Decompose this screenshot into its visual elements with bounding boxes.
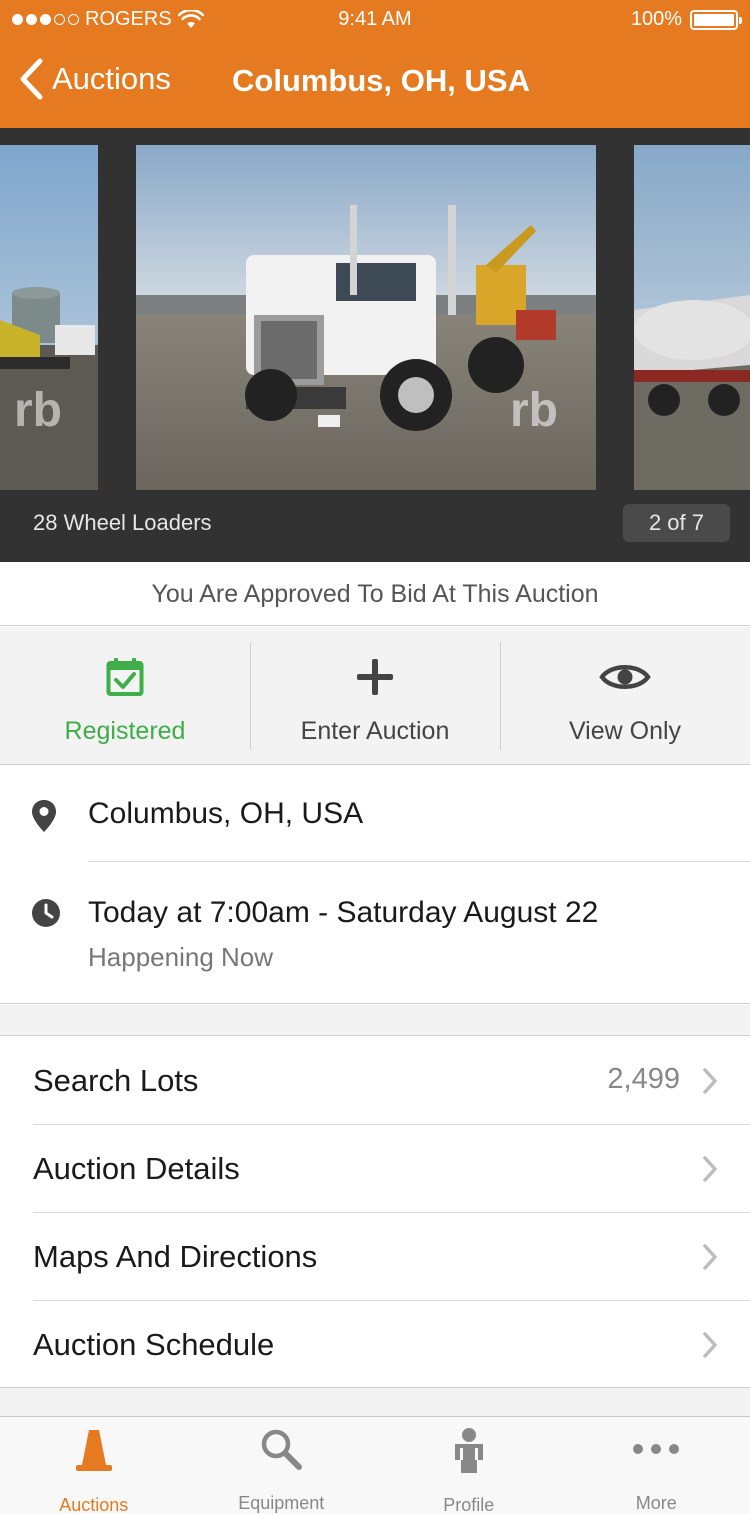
chevron-left-icon (20, 58, 43, 100)
back-label: Auctions (52, 61, 171, 96)
chevron-right-icon (703, 1068, 717, 1094)
watermark-logo: rb (14, 384, 62, 437)
menu-item-label: Maps And Directions (33, 1239, 318, 1274)
plus-icon (357, 659, 393, 695)
tab-bar: Auctions Equipment Profile More (0, 1416, 750, 1514)
chevron-right-icon (703, 1332, 717, 1358)
location-text: Columbus, OH, USA (88, 797, 364, 830)
menu-item-auction-details[interactable]: Auction Details (0, 1125, 750, 1213)
divider (88, 861, 750, 862)
registered-label: Registered (64, 717, 186, 745)
tab-more[interactable]: More (563, 1417, 750, 1514)
menu-item-label: Auction Schedule (33, 1327, 275, 1362)
header: ROGERS 9:41 AM 100% Auctions Columbus, O… (0, 0, 750, 128)
page-title: Columbus, OH, USA (232, 63, 530, 98)
person-icon (454, 1428, 483, 1473)
section-spacer (0, 1005, 750, 1036)
view-only-button[interactable]: View Only (500, 627, 750, 764)
tab-label: Profile (443, 1495, 495, 1514)
menu-item-label: Auction Details (33, 1151, 240, 1186)
view-only-label: View Only (568, 717, 682, 745)
gallery-counter: 2 of 7 (622, 504, 730, 542)
approval-banner: You Are Approved To Bid At This Auction (0, 562, 750, 626)
eye-icon (599, 665, 651, 689)
section-spacer (0, 1388, 750, 1416)
clock-icon (32, 899, 60, 927)
menu-item-maps-and-directions[interactable]: Maps And Directions (0, 1213, 750, 1301)
calendar-check-icon (106, 658, 144, 696)
tab-profile[interactable]: Profile (375, 1417, 563, 1514)
battery-percent: 100% (630, 8, 682, 30)
menu-item-label: Search Lots (33, 1063, 199, 1098)
search-icon (262, 1429, 303, 1470)
tab-label: More (635, 1493, 677, 1513)
menu-item-search-lots[interactable]: Search Lots 2,499 (0, 1037, 750, 1125)
gallery-photo-current[interactable]: rb (136, 145, 596, 490)
tab-label: Equipment (238, 1493, 325, 1513)
chevron-right-icon (703, 1244, 717, 1270)
more-dots-icon (633, 1444, 680, 1454)
gallery-caption: 28 Wheel Loaders (33, 510, 212, 535)
registered-button[interactable]: Registered (0, 627, 250, 764)
status-bar: ROGERS 9:41 AM 100% (0, 0, 750, 40)
location-pin-icon (32, 800, 56, 832)
location-row[interactable]: Columbus, OH, USA (0, 766, 750, 862)
enter-auction-button[interactable]: Enter Auction (250, 627, 500, 764)
menu-item-auction-schedule[interactable]: Auction Schedule (0, 1301, 750, 1389)
battery-icon (690, 9, 742, 30)
tab-label: Auctions (59, 1495, 129, 1514)
tab-equipment[interactable]: Equipment (188, 1417, 376, 1514)
lot-count: 2,499 (607, 1063, 680, 1095)
watermark-logo: rb (510, 384, 558, 437)
auction-time: Today at 7:00am - Saturday August 22 (88, 896, 599, 929)
chevron-right-icon (703, 1156, 717, 1182)
photo-gallery[interactable]: rb rb 28 Wheel Loaders 2 of 7 (0, 128, 750, 562)
auction-menu: Search Lots 2,499 Auction Details Maps A… (0, 1037, 750, 1388)
gallery-photo-next[interactable] (634, 145, 750, 490)
auction-info: Columbus, OH, USA Today at 7:00am - Satu… (0, 766, 750, 1004)
auction-actions: Registered Enter Auction View Only (0, 627, 750, 765)
auction-status: Happening Now (88, 942, 274, 972)
gallery-photo-previous[interactable]: rb (0, 145, 98, 490)
back-button[interactable]: Auctions (18, 58, 171, 100)
tab-auctions[interactable]: Auctions (0, 1417, 188, 1514)
enter-auction-label: Enter Auction (300, 717, 450, 745)
traffic-cone-icon (75, 1430, 112, 1471)
